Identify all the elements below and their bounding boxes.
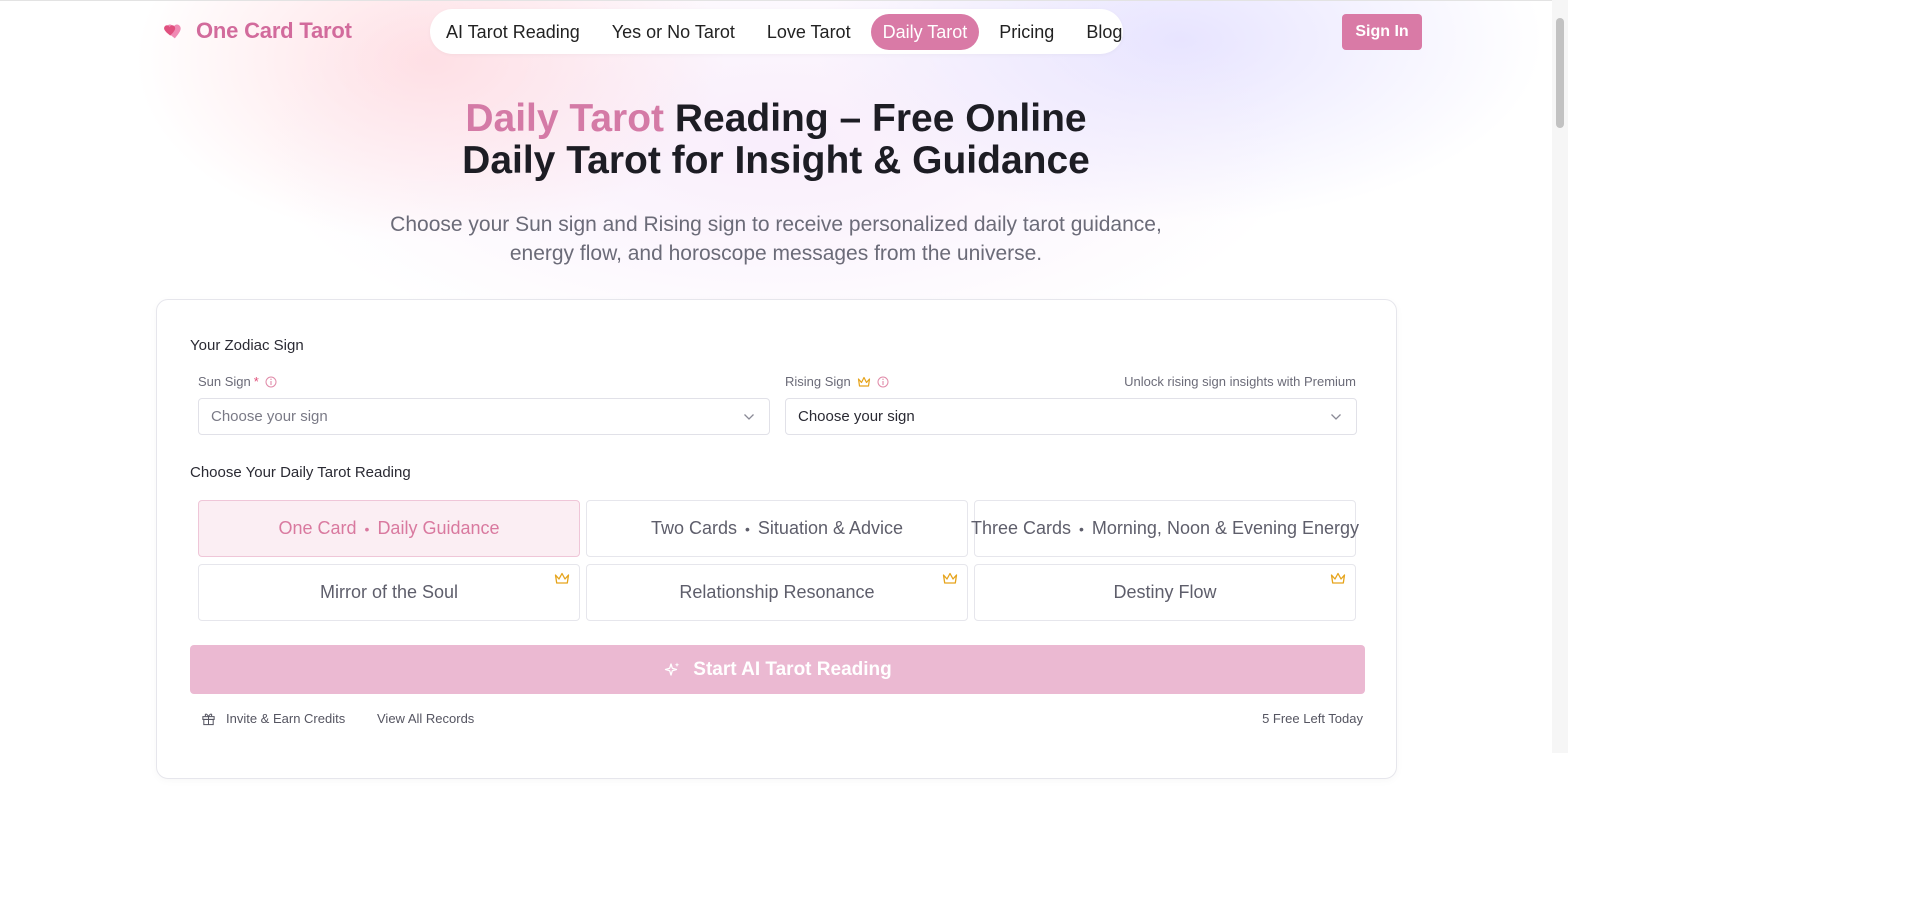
- option-name: Relationship Resonance: [679, 582, 875, 602]
- option-name: One Card: [278, 518, 357, 538]
- premium-hint: Unlock rising sign insights with Premium: [1124, 374, 1356, 389]
- zodiac-heading: Your Zodiac Sign: [190, 337, 304, 354]
- hearts-icon: [164, 24, 181, 39]
- sign-in-button[interactable]: Sign In: [1342, 14, 1422, 50]
- option-name: Two Cards: [650, 518, 738, 538]
- option-three-cards[interactable]: Three Cards • Morning, Noon & Evening En…: [970, 500, 1360, 557]
- nav-ai-tarot-reading[interactable]: AI Tarot Reading: [436, 14, 590, 50]
- brand-name: One Card Tarot: [196, 18, 352, 43]
- rising-sign-label: Rising Sign: [785, 374, 889, 389]
- required-mark: *: [253, 374, 259, 389]
- gift-icon: [202, 713, 215, 726]
- nav-love-tarot[interactable]: Love Tarot: [757, 14, 861, 50]
- start-reading-button[interactable]: Start AI Tarot Reading: [190, 645, 1365, 694]
- info-icon[interactable]: [265, 376, 277, 388]
- chevron-down-icon: [1331, 413, 1341, 420]
- option-detail: Morning, Noon & Evening Energy: [1091, 518, 1360, 538]
- brand-logo[interactable]: One Card Tarot: [162, 18, 352, 44]
- separator-dot: •: [364, 520, 370, 537]
- chevron-down-icon: [744, 413, 754, 420]
- sun-sign-select[interactable]: Choose your sign: [198, 398, 770, 435]
- crown-icon: [942, 572, 958, 584]
- rising-sign-label-text: Rising Sign: [785, 374, 851, 389]
- option-detail: Situation & Advice: [757, 518, 904, 538]
- separator-dot: •: [1079, 520, 1084, 537]
- crown-icon: [857, 376, 870, 387]
- window-top-border: [0, 0, 1552, 1]
- invite-earn-label: Invite & Earn Credits: [226, 711, 346, 726]
- crown-icon: [1330, 572, 1346, 584]
- page-subtitle: Choose your Sun sign and Rising sign to …: [0, 210, 1552, 268]
- title-line2: Daily Tarot for Insight & Guidance: [462, 139, 1090, 182]
- info-icon[interactable]: [877, 376, 889, 388]
- option-detail: Daily Guidance: [377, 518, 500, 538]
- start-reading-label: Start AI Tarot Reading: [693, 658, 892, 680]
- subtitle-line1: Choose your Sun sign and Rising sign to …: [390, 213, 1162, 236]
- rising-sign-select[interactable]: Choose your sign: [785, 398, 1357, 435]
- rising-sign-placeholder: Choose your sign: [798, 408, 915, 425]
- option-two-cards[interactable]: Two Cards • Situation & Advice: [586, 500, 968, 557]
- separator-dot: •: [745, 520, 750, 537]
- page-title: Daily Tarot Reading – Free Online Daily …: [0, 98, 1552, 182]
- sun-sign-placeholder: Choose your sign: [211, 408, 328, 425]
- sun-sign-label-text: Sun Sign: [198, 374, 251, 389]
- reading-form-card: Your Zodiac Sign Sun Sign * Choose your …: [156, 299, 1397, 779]
- subtitle-line2: energy flow, and horoscope messages from…: [509, 242, 1043, 265]
- option-name: Destiny Flow: [1113, 582, 1217, 602]
- reading-heading: Choose Your Daily Tarot Reading: [190, 464, 411, 481]
- invite-earn-link[interactable]: Invite & Earn Credits: [201, 711, 345, 726]
- free-left-counter: 5 Free Left Today: [1262, 711, 1363, 726]
- option-name: Three Cards: [970, 518, 1071, 538]
- option-one-card[interactable]: One Card • Daily Guidance: [198, 500, 580, 557]
- main-nav: AI Tarot Reading Yes or No Tarot Love Ta…: [430, 9, 1123, 54]
- sun-sign-label: Sun Sign *: [198, 374, 277, 389]
- title-accent: Daily Tarot: [465, 97, 665, 140]
- option-relationship-resonance[interactable]: Relationship Resonance: [586, 564, 968, 621]
- nav-blog[interactable]: Blog: [1076, 14, 1132, 50]
- nav-pricing[interactable]: Pricing: [989, 14, 1064, 50]
- view-records-link[interactable]: View All Records: [377, 711, 474, 726]
- option-destiny-flow[interactable]: Destiny Flow: [974, 564, 1356, 621]
- option-name: Mirror of the Soul: [319, 582, 459, 602]
- page-scrollbar[interactable]: [1552, 0, 1568, 753]
- option-mirror-of-the-soul[interactable]: Mirror of the Soul: [198, 564, 580, 621]
- nav-daily-tarot[interactable]: Daily Tarot: [870, 13, 980, 50]
- sparkles-icon: [665, 662, 680, 676]
- title-line1-rest: Reading – Free Online: [664, 97, 1087, 140]
- scrollbar-thumb[interactable]: [1556, 18, 1564, 128]
- nav-yes-or-no-tarot[interactable]: Yes or No Tarot: [602, 14, 745, 50]
- crown-icon: [554, 572, 570, 584]
